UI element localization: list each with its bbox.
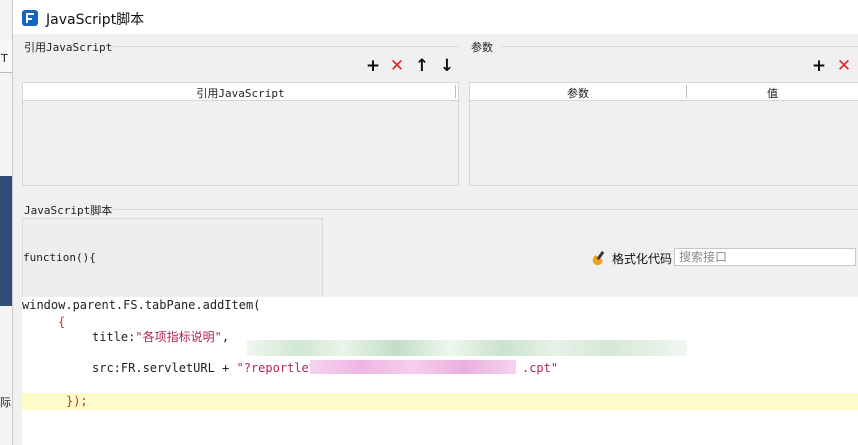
referenced-js-table[interactable]: 引用JavaScript bbox=[22, 82, 459, 186]
javascript-dialog: JavaScript脚本 引用JavaScript + ✕ ↑ ↓ 引用Java… bbox=[12, 0, 858, 445]
column-header-value[interactable]: 值 bbox=[687, 85, 858, 101]
move-down-button[interactable]: ↓ bbox=[437, 56, 457, 76]
background-app-toolbar: T bbox=[0, 40, 12, 73]
current-line-highlight bbox=[22, 393, 858, 410]
code-line-2: { bbox=[58, 315, 66, 329]
group-divider bbox=[113, 209, 858, 210]
parameters-table[interactable]: 参数 值 bbox=[469, 82, 858, 186]
column-header-referenced-js[interactable]: 引用JavaScript bbox=[23, 85, 458, 101]
app-logo-icon bbox=[22, 10, 38, 26]
background-app-panel bbox=[0, 176, 12, 306]
add-parameter-button[interactable]: + bbox=[809, 56, 829, 76]
move-up-button[interactable]: ↑ bbox=[412, 56, 432, 76]
format-code-label: 格式化代码 bbox=[612, 251, 673, 266]
redacted-region bbox=[310, 360, 516, 374]
format-code-button[interactable]: 格式化代码 bbox=[590, 249, 673, 268]
referenced-js-label: 引用JavaScript bbox=[24, 41, 113, 54]
title-bar[interactable]: JavaScript脚本 bbox=[13, 0, 858, 34]
group-divider bbox=[501, 46, 858, 47]
background-app-text-bottom: 际 bbox=[0, 396, 11, 409]
function-header: function(){ bbox=[23, 251, 96, 264]
background-app-text: T bbox=[1, 52, 8, 65]
code-line-7: }); bbox=[66, 394, 88, 408]
table-header: 引用JavaScript bbox=[23, 83, 458, 101]
search-api-input[interactable] bbox=[674, 248, 856, 266]
delete-reference-button[interactable]: ✕ bbox=[387, 56, 407, 76]
column-header-parameter[interactable]: 参数 bbox=[470, 85, 686, 101]
code-line-1: window.parent.FS.tabPane.addItem( bbox=[22, 298, 261, 312]
script-section-label: JavaScript脚本 bbox=[24, 204, 113, 217]
table-header: 参数 值 bbox=[470, 83, 858, 101]
delete-parameter-button[interactable]: ✕ bbox=[834, 56, 854, 76]
redacted-region bbox=[247, 340, 687, 356]
window-title: JavaScript脚本 bbox=[46, 12, 145, 28]
brush-icon bbox=[590, 250, 607, 268]
code-line-3: title:"各项指标说明", bbox=[92, 330, 230, 344]
column-divider bbox=[455, 85, 456, 98]
parameters-label: 参数 bbox=[471, 41, 493, 54]
group-divider bbox=[113, 46, 458, 47]
add-reference-button[interactable]: + bbox=[363, 56, 383, 76]
code-editor[interactable]: window.parent.FS.tabPane.addItem( { titl… bbox=[22, 297, 858, 445]
